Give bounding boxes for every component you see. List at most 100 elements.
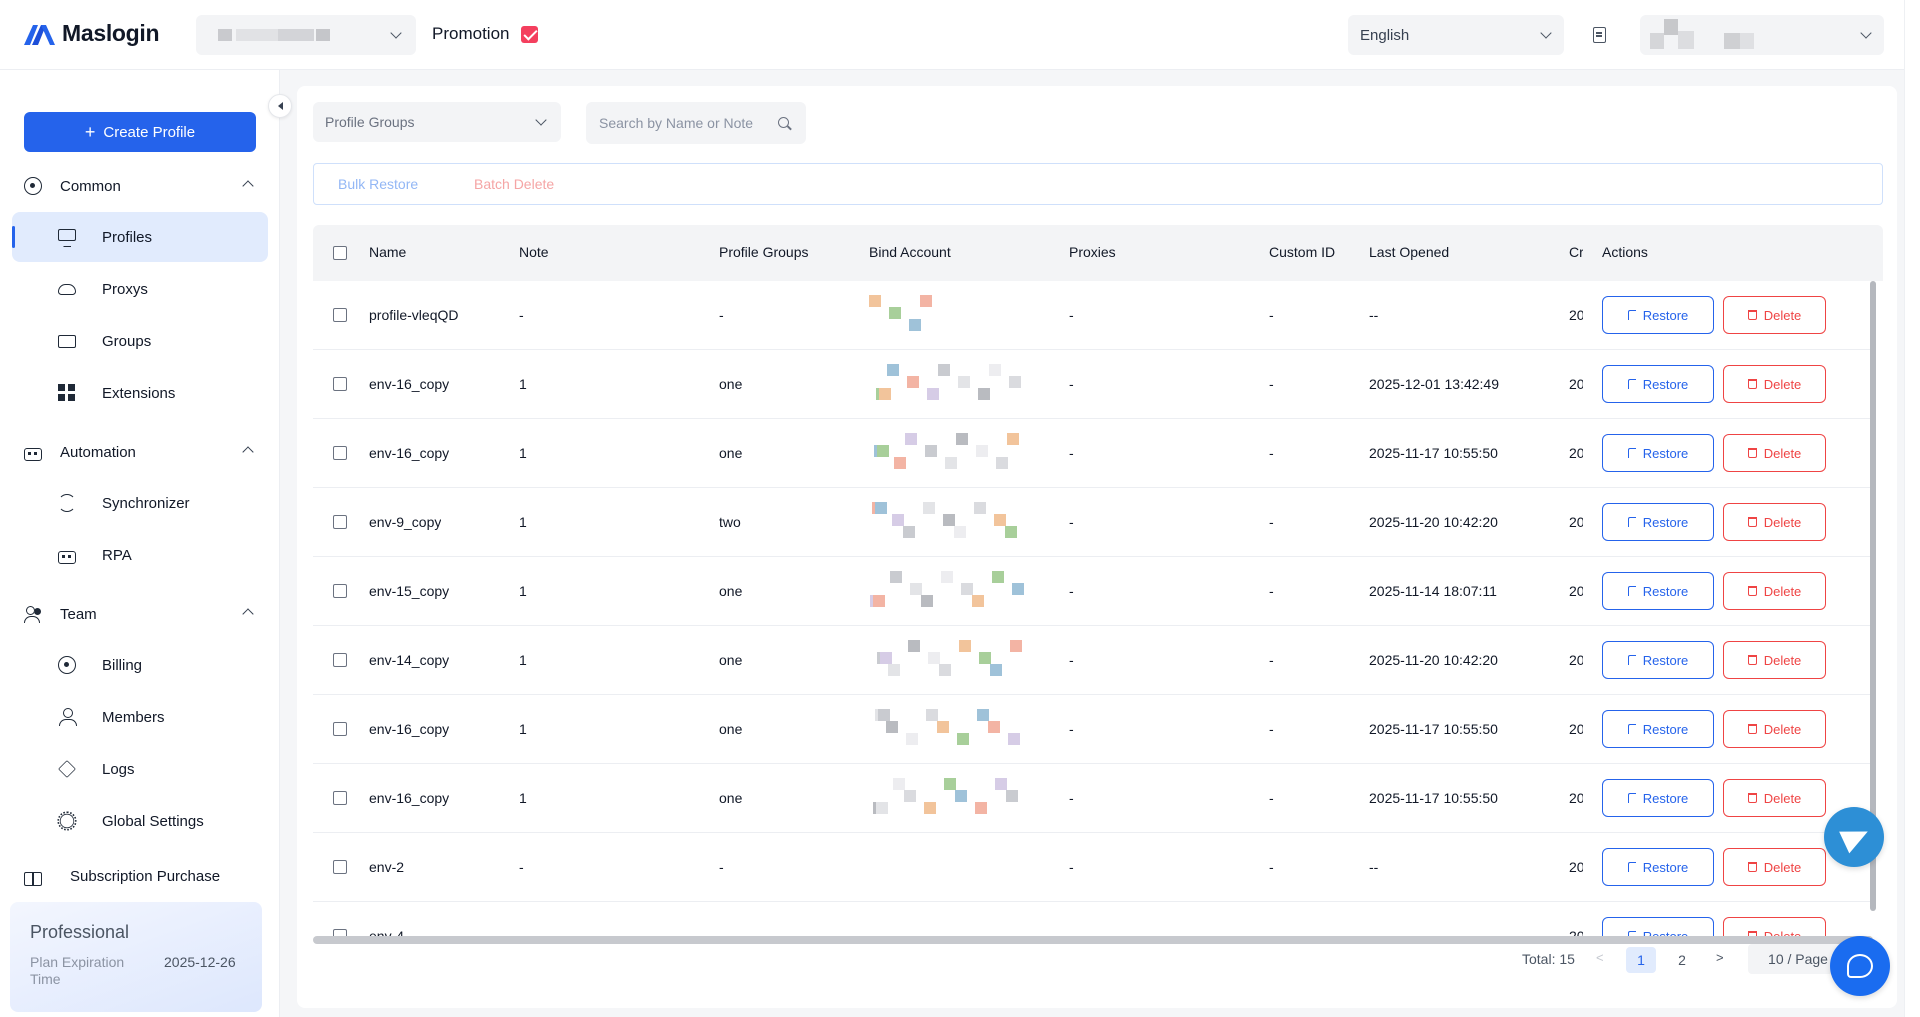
create-profile-button[interactable]: + Create Profile — [24, 112, 256, 152]
delete-button[interactable]: Delete — [1723, 848, 1826, 886]
delete-button[interactable]: Delete — [1723, 572, 1826, 610]
page-scrollbar[interactable] — [1904, 0, 1920, 1017]
delete-label: Delete — [1763, 721, 1802, 737]
sidebar-collapse-button[interactable] — [268, 94, 292, 118]
sidebar-item-label: Profiles — [102, 228, 153, 246]
restore-button[interactable]: Restore — [1602, 503, 1714, 541]
table-horizontal-scrollbar[interactable] — [313, 936, 1873, 944]
language-select[interactable]: English — [1348, 15, 1564, 55]
select-all-checkbox[interactable] — [333, 246, 347, 260]
section-team[interactable]: Team — [24, 602, 256, 626]
row-checkbox[interactable] — [333, 722, 347, 736]
delete-button[interactable]: Delete — [1723, 917, 1826, 936]
app-logo[interactable]: Maslogin — [24, 20, 160, 47]
sidebar-item-billing[interactable]: Billing — [12, 640, 268, 690]
telegram-button[interactable] — [1824, 807, 1884, 867]
pagination-prev-icon[interactable]: < — [1596, 950, 1604, 976]
column-header-custom-id[interactable]: Custom ID — [1269, 244, 1335, 260]
profile-custom-id: - — [1269, 514, 1274, 530]
docs-button[interactable] — [1580, 15, 1618, 55]
table-row[interactable]: env-15_copy 1 one - - 2025-11-14 18:07:11 20 Re… — [313, 557, 1873, 626]
table-row[interactable]: env-9_copy 1 two - - 2025-11-20 10:42:20 20 Res… — [313, 488, 1873, 557]
table-row[interactable]: env-16_copy 1 one - - 2025-12-01 13:42:49 20 Re… — [313, 350, 1873, 419]
sidebar-item-rpa[interactable]: RPA — [12, 530, 268, 580]
restore-button[interactable]: Restore — [1602, 917, 1714, 936]
table-row[interactable]: env-16_copy 1 one - - 2025-11-17 10:55:50 20 Re… — [313, 764, 1873, 833]
profile-groups-filter[interactable]: Profile Groups — [313, 102, 561, 142]
workspace-select[interactable] — [196, 15, 416, 55]
delete-label: Delete — [1763, 514, 1802, 530]
delete-button[interactable]: Delete — [1723, 365, 1826, 403]
search-input[interactable] — [586, 102, 776, 144]
column-header-last-opened[interactable]: Last Opened — [1369, 244, 1449, 260]
profile-note: 1 — [519, 790, 527, 806]
sidebar-item-groups[interactable]: Groups — [12, 316, 268, 366]
delete-button[interactable]: Delete — [1723, 710, 1826, 748]
profile-proxies: - — [1069, 652, 1074, 668]
pagination-next-icon[interactable]: > — [1716, 950, 1724, 976]
column-header-proxies[interactable]: Proxies — [1069, 244, 1116, 260]
chat-support-button[interactable] — [1830, 936, 1890, 996]
restore-button[interactable]: Restore — [1602, 848, 1714, 886]
table-row[interactable]: env-14_copy 1 one - - 2025-11-20 10:42:20 20 Re… — [313, 626, 1873, 695]
sidebar-item-global-settings[interactable]: Global Settings — [12, 796, 268, 846]
promotion-mail-icon — [521, 25, 539, 43]
row-checkbox[interactable] — [333, 860, 347, 874]
table-row[interactable]: env-16_copy 1 one - - 2025-11-17 10:55:50 20 Re… — [313, 695, 1873, 764]
sidebar-item-extensions[interactable]: Extensions — [12, 368, 268, 418]
delete-button[interactable]: Delete — [1723, 296, 1826, 334]
row-checkbox[interactable] — [333, 308, 347, 322]
row-checkbox[interactable] — [333, 446, 347, 460]
delete-button[interactable]: Delete — [1723, 779, 1826, 817]
restore-button[interactable]: Restore — [1602, 434, 1714, 472]
column-header-note[interactable]: Note — [519, 244, 549, 260]
bulk-restore-button[interactable]: Bulk Restore — [338, 176, 418, 192]
column-header-created[interactable]: Cr — [1569, 244, 1583, 260]
column-header-profile-groups[interactable]: Profile Groups — [719, 244, 808, 260]
delete-button[interactable]: Delete — [1723, 503, 1826, 541]
promotion-link[interactable]: Promotion — [432, 24, 539, 44]
table-row[interactable]: env-2- - - - -- 20 Restore Delete — [313, 833, 1873, 902]
batch-delete-button[interactable]: Batch Delete — [474, 176, 554, 192]
restore-icon — [1627, 448, 1636, 458]
sidebar-item-members[interactable]: Members — [12, 692, 268, 742]
sidebar-item-profiles[interactable]: Profiles — [12, 212, 268, 262]
column-header-bind-account[interactable]: Bind Account — [869, 244, 951, 260]
account-select[interactable] — [1640, 15, 1884, 55]
profile-custom-id: - — [1269, 652, 1274, 668]
row-checkbox[interactable] — [333, 653, 347, 667]
restore-label: Restore — [1642, 652, 1689, 668]
restore-button[interactable]: Restore — [1602, 779, 1714, 817]
plan-expiration-value: 2025-12-26 — [164, 954, 236, 970]
row-checkbox[interactable] — [333, 929, 347, 936]
sidebar-item-proxys[interactable]: Proxys — [12, 264, 268, 314]
create-profile-label: Create Profile — [103, 123, 196, 141]
restore-button[interactable]: Restore — [1602, 365, 1714, 403]
subscription-purchase-link[interactable]: Subscription Purchase — [24, 868, 220, 886]
table-row[interactable]: env-4- - - - -- 20 Restore Delete — [313, 902, 1873, 936]
profile-group: - — [719, 307, 724, 323]
pagination-page-1[interactable]: 1 — [1626, 947, 1656, 973]
trash-icon — [1747, 862, 1757, 872]
row-checkbox[interactable] — [333, 377, 347, 391]
sidebar-item-logs[interactable]: Logs — [12, 744, 268, 794]
telegram-plane-icon — [1839, 820, 1873, 854]
row-checkbox[interactable] — [333, 791, 347, 805]
section-automation[interactable]: Automation — [24, 440, 256, 464]
table-row[interactable]: profile-vleqQD - - - - -- 20 Restore Delete — [313, 281, 1873, 350]
pagination-page-2[interactable]: 2 — [1667, 947, 1697, 973]
delete-button[interactable]: Delete — [1723, 641, 1826, 679]
section-common[interactable]: Common — [24, 174, 256, 198]
search-icon[interactable] — [778, 117, 789, 128]
sidebar-item-synchronizer[interactable]: Synchronizer — [12, 478, 268, 528]
restore-button[interactable]: Restore — [1602, 641, 1714, 679]
profile-custom-id: - — [1269, 376, 1274, 392]
table-row[interactable]: env-16_copy 1 one - - 2025-11-17 10:55:50 20 Re… — [313, 419, 1873, 488]
row-checkbox[interactable] — [333, 515, 347, 529]
restore-button[interactable]: Restore — [1602, 296, 1714, 334]
restore-button[interactable]: Restore — [1602, 572, 1714, 610]
column-header-name[interactable]: Name — [369, 244, 406, 260]
delete-button[interactable]: Delete — [1723, 434, 1826, 472]
row-checkbox[interactable] — [333, 584, 347, 598]
restore-button[interactable]: Restore — [1602, 710, 1714, 748]
